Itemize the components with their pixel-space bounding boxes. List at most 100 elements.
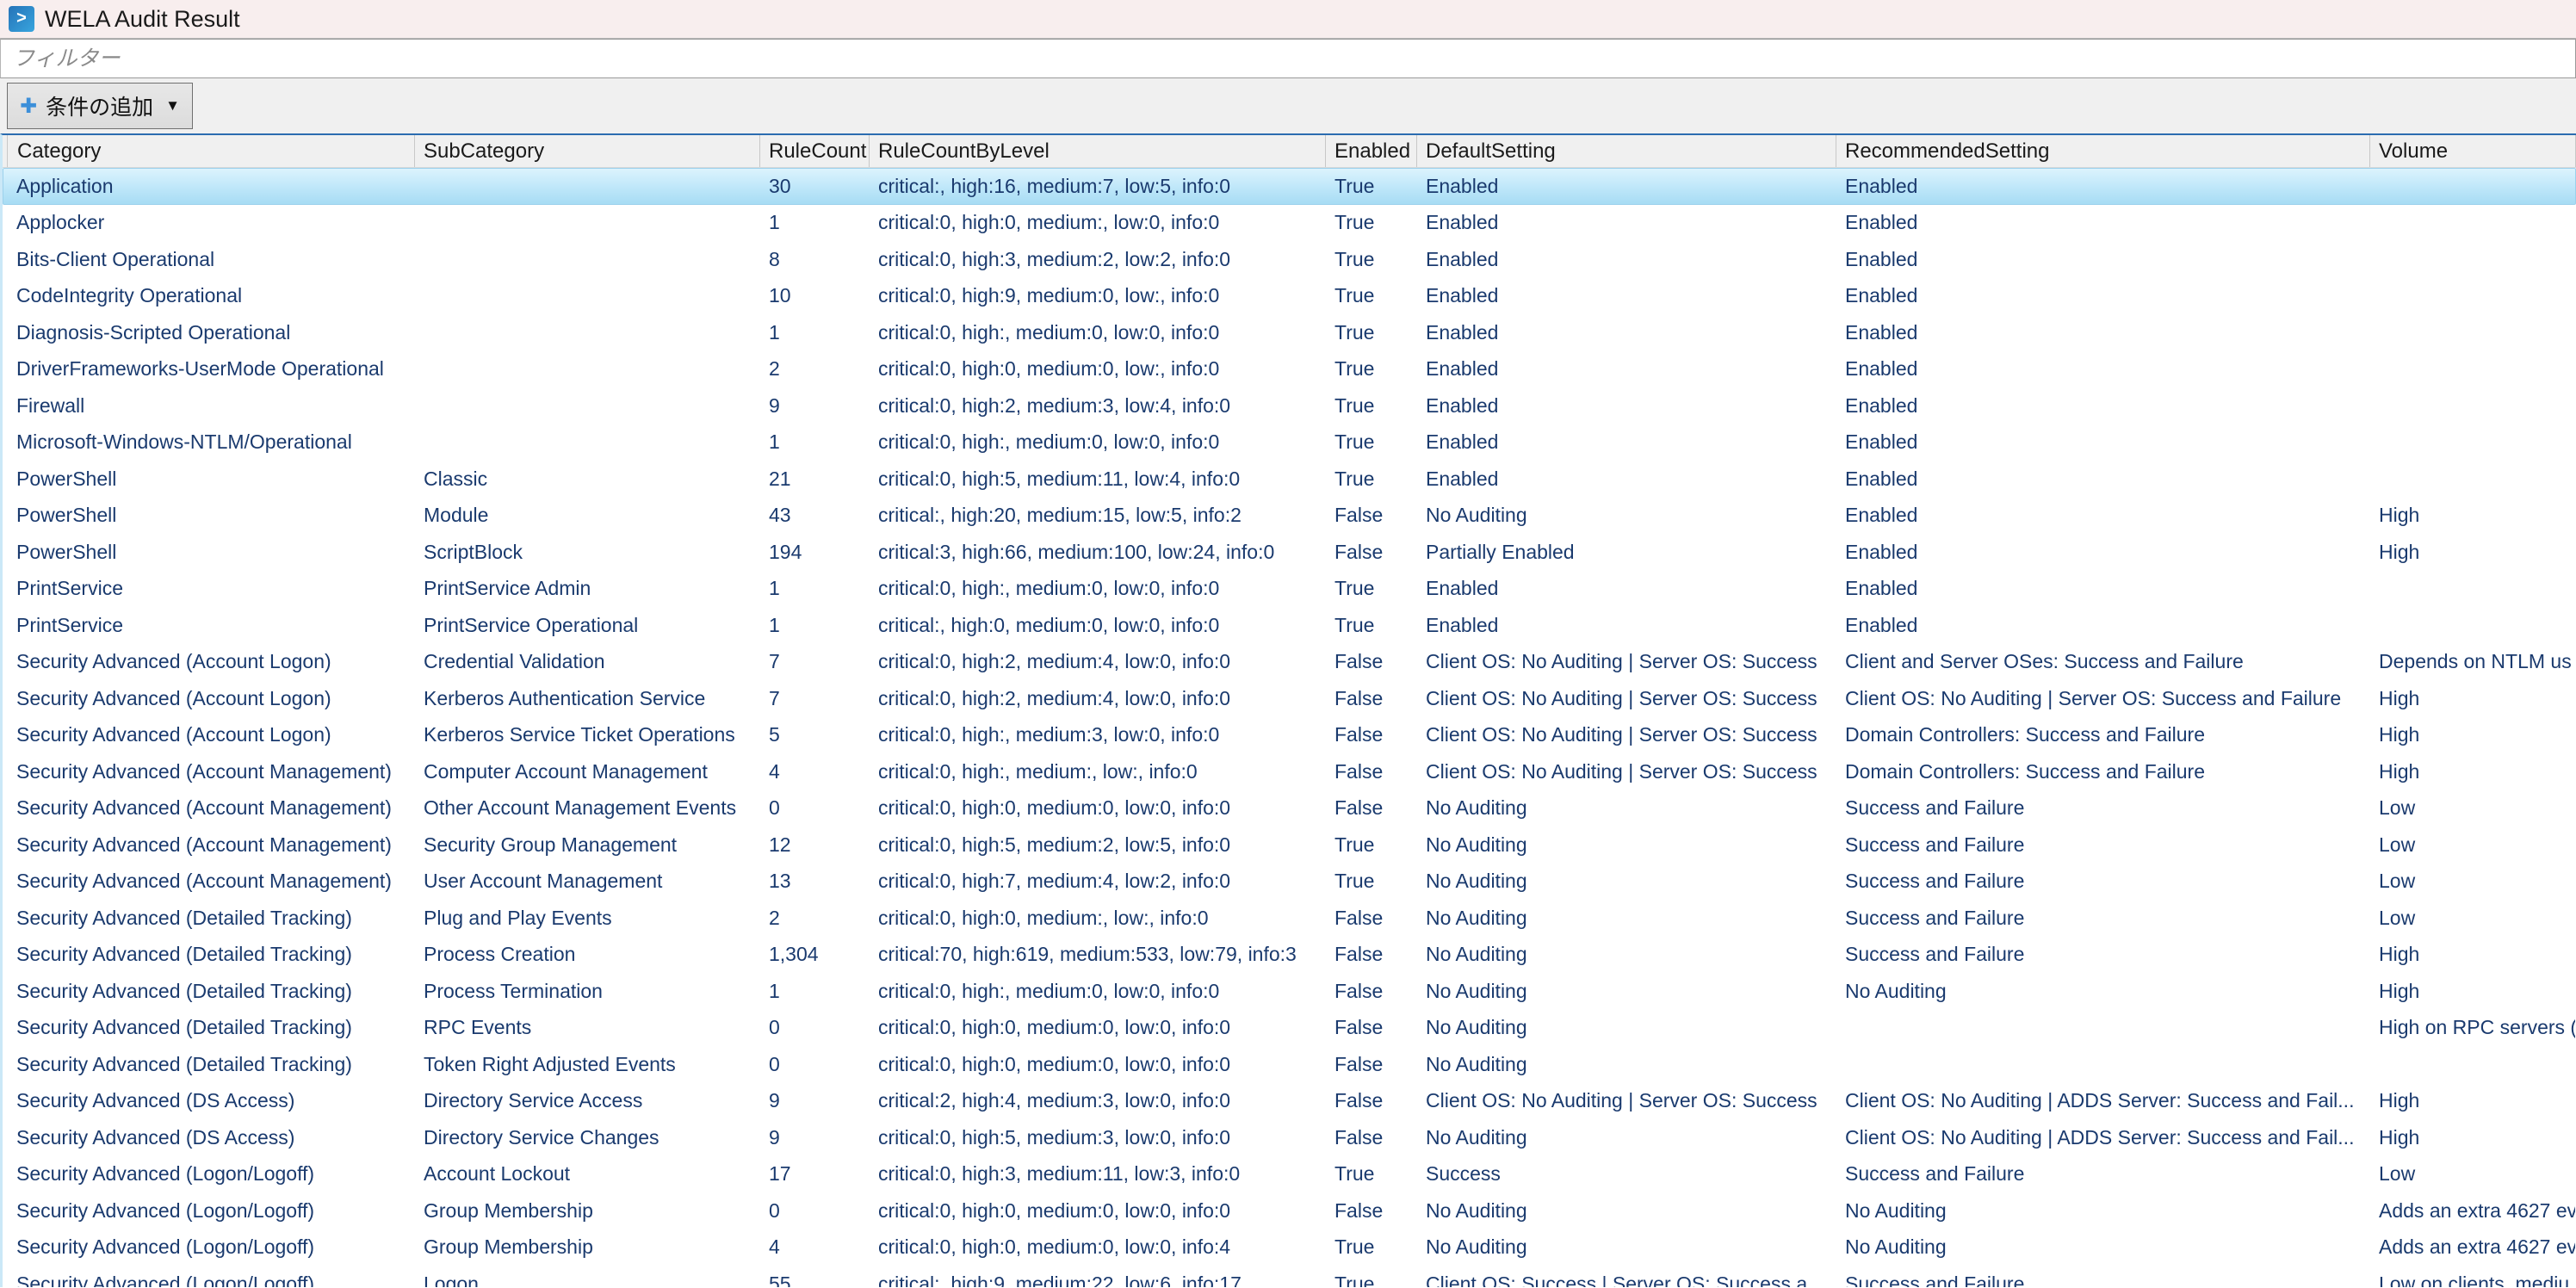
table-row[interactable]: Security Advanced (Detailed Tracking)RPC… — [3, 1010, 2576, 1047]
cell-recommendedsetting: Client OS: No Auditing | Server OS: Succ… — [1836, 681, 2370, 716]
table-row[interactable]: Security Advanced (Account Management)Us… — [3, 864, 2576, 901]
cell-rulecountbylevel: critical:, high:20, medium:15, low:5, in… — [870, 498, 1326, 534]
cell-category: Security Advanced (Detailed Tracking) — [7, 1047, 415, 1082]
cell-rulecount: 21 — [760, 461, 870, 497]
cell-subcategory: Group Membership — [415, 1230, 760, 1266]
add-condition-label: 条件の追加 — [46, 90, 153, 121]
cell-subcategory: Directory Service Access — [415, 1084, 760, 1119]
table-row[interactable]: Security Advanced (Detailed Tracking)Tok… — [3, 1046, 2576, 1083]
column-header-rulecount[interactable]: RuleCount — [760, 135, 870, 167]
table-row[interactable]: Security Advanced (Account Management)Co… — [3, 753, 2576, 790]
table-row[interactable]: Security Advanced (Account Management)Se… — [3, 827, 2576, 864]
table-row[interactable]: Security Advanced (Detailed Tracking)Pro… — [3, 937, 2576, 974]
cell-rulecount: 1 — [760, 608, 870, 643]
table-row[interactable]: PrintServicePrintService Operational1cri… — [3, 607, 2576, 644]
table-row[interactable]: PowerShellModule43critical:, high:20, me… — [3, 498, 2576, 535]
cell-category: Security Advanced (Detailed Tracking) — [7, 974, 415, 1009]
cell-enabled: False — [1326, 1011, 1417, 1046]
cell-enabled: True — [1326, 461, 1417, 497]
cell-rulecountbylevel: critical:0, high:5, medium:2, low:5, inf… — [870, 827, 1326, 863]
cell-enabled: False — [1326, 974, 1417, 1009]
table-row[interactable]: Security Advanced (Account Logon)Credent… — [3, 644, 2576, 681]
cell-rulecount: 4 — [760, 1230, 870, 1266]
table-row[interactable]: PowerShellClassic21critical:0, high:5, m… — [3, 461, 2576, 498]
table-row[interactable]: Application30critical:, high:16, medium:… — [3, 168, 2576, 205]
cell-enabled: True — [1326, 864, 1417, 900]
cell-recommendedsetting: Client and Server OSes: Success and Fail… — [1836, 645, 2370, 680]
cell-rulecount: 0 — [760, 1011, 870, 1046]
cell-recommendedsetting: Success and Failure — [1836, 791, 2370, 827]
cell-volume — [2370, 315, 2575, 350]
column-header-recommendedsetting[interactable]: RecommendedSetting — [1836, 135, 2370, 167]
table-row[interactable]: Security Advanced (Logon/Logoff)Account … — [3, 1156, 2576, 1193]
column-header-rulecountbylevel[interactable]: RuleCountByLevel — [870, 135, 1326, 167]
cell-volume — [2370, 425, 2575, 461]
cell-category: PowerShell — [7, 461, 415, 497]
table-row[interactable]: Security Advanced (Detailed Tracking)Pro… — [3, 973, 2576, 1010]
cell-rulecount: 10 — [760, 279, 870, 314]
cell-volume: Depends on NTLM us — [2370, 645, 2575, 680]
cell-category: Security Advanced (Logon/Logoff) — [7, 1230, 415, 1266]
cell-recommendedsetting: Enabled — [1836, 388, 2370, 424]
table-row[interactable]: Firewall9critical:0, high:2, medium:3, l… — [3, 387, 2576, 424]
cell-defaultsetting: Client OS: No Auditing | Server OS: Succ… — [1417, 645, 1836, 680]
table-row[interactable]: Security Advanced (DS Access)Directory S… — [3, 1083, 2576, 1120]
cell-defaultsetting: No Auditing — [1417, 1230, 1836, 1266]
table-row[interactable]: CodeIntegrity Operational10critical:0, h… — [3, 278, 2576, 315]
table-header-row: Category SubCategory RuleCount RuleCount… — [3, 135, 2576, 168]
table-row[interactable]: Applocker1critical:0, high:0, medium:, l… — [3, 205, 2576, 242]
cell-defaultsetting: Enabled — [1417, 279, 1836, 314]
cell-rulecountbylevel: critical:0, high:, medium:0, low:0, info… — [870, 425, 1326, 461]
cell-rulecount: 0 — [760, 1047, 870, 1082]
cell-rulecountbylevel: critical:2, high:4, medium:3, low:0, inf… — [870, 1084, 1326, 1119]
cell-subcategory — [415, 279, 760, 314]
column-header-enabled[interactable]: Enabled — [1326, 135, 1417, 167]
table-row[interactable]: PowerShellScriptBlock194critical:3, high… — [3, 534, 2576, 571]
column-header-category[interactable]: Category — [7, 135, 415, 167]
cell-subcategory — [415, 169, 760, 204]
table-row[interactable]: Diagnosis-Scripted Operational1critical:… — [3, 314, 2576, 351]
table-row[interactable]: Security Advanced (Account Logon)Kerbero… — [3, 717, 2576, 754]
cell-enabled: False — [1326, 1047, 1417, 1082]
add-condition-button[interactable]: ✚ 条件の追加 ▼ — [7, 83, 193, 129]
cell-rulecount: 1,304 — [760, 938, 870, 973]
cell-rulecountbylevel: critical:0, high:2, medium:4, low:0, inf… — [870, 681, 1326, 716]
cell-volume: High — [2370, 754, 2575, 790]
filter-input[interactable] — [0, 39, 2576, 78]
cell-defaultsetting: No Auditing — [1417, 1047, 1836, 1082]
cell-enabled: True — [1326, 169, 1417, 204]
table-row[interactable]: Security Advanced (Logon/Logoff)Group Me… — [3, 1229, 2576, 1266]
cell-volume: High — [2370, 718, 2575, 753]
column-header-volume[interactable]: Volume — [2370, 135, 2576, 167]
cell-defaultsetting: Enabled — [1417, 242, 1836, 277]
cell-category: Security Advanced (Detailed Tracking) — [7, 1011, 415, 1046]
cell-subcategory: Credential Validation — [415, 645, 760, 680]
cell-recommendedsetting: Enabled — [1836, 206, 2370, 241]
table-row[interactable]: PrintServicePrintService Admin1critical:… — [3, 571, 2576, 608]
cell-subcategory — [415, 206, 760, 241]
cell-volume — [2370, 608, 2575, 643]
table-row[interactable]: Bits-Client Operational8critical:0, high… — [3, 241, 2576, 278]
cell-defaultsetting: No Auditing — [1417, 1011, 1836, 1046]
cell-enabled: True — [1326, 1266, 1417, 1287]
table-row[interactable]: Security Advanced (Account Logon)Kerbero… — [3, 680, 2576, 717]
cell-defaultsetting: Partially Enabled — [1417, 535, 1836, 570]
cell-defaultsetting: Client OS: No Auditing | Server OS: Succ… — [1417, 754, 1836, 790]
cell-defaultsetting: No Auditing — [1417, 864, 1836, 900]
cell-defaultsetting: No Auditing — [1417, 827, 1836, 863]
table-row[interactable]: Security Advanced (DS Access)Directory S… — [3, 1119, 2576, 1156]
cell-enabled: True — [1326, 352, 1417, 387]
column-header-defaultsetting[interactable]: DefaultSetting — [1417, 135, 1836, 167]
cell-enabled: True — [1326, 279, 1417, 314]
cell-enabled: False — [1326, 938, 1417, 973]
table-row[interactable]: DriverFrameworks-UserMode Operational2cr… — [3, 351, 2576, 388]
table-row[interactable]: Security Advanced (Logon/Logoff)Group Me… — [3, 1192, 2576, 1229]
audit-table: Category SubCategory RuleCount RuleCount… — [0, 133, 2576, 1287]
table-row[interactable]: Security Advanced (Account Management)Ot… — [3, 790, 2576, 827]
table-row[interactable]: Microsoft-Windows-NTLM/Operational1criti… — [3, 424, 2576, 461]
column-header-subcategory[interactable]: SubCategory — [415, 135, 760, 167]
cell-recommendedsetting: Success and Failure — [1836, 827, 2370, 863]
cell-rulecount: 1 — [760, 425, 870, 461]
table-row[interactable]: Security Advanced (Logon/Logoff)Logon55c… — [3, 1266, 2576, 1287]
table-row[interactable]: Security Advanced (Detailed Tracking)Plu… — [3, 900, 2576, 937]
